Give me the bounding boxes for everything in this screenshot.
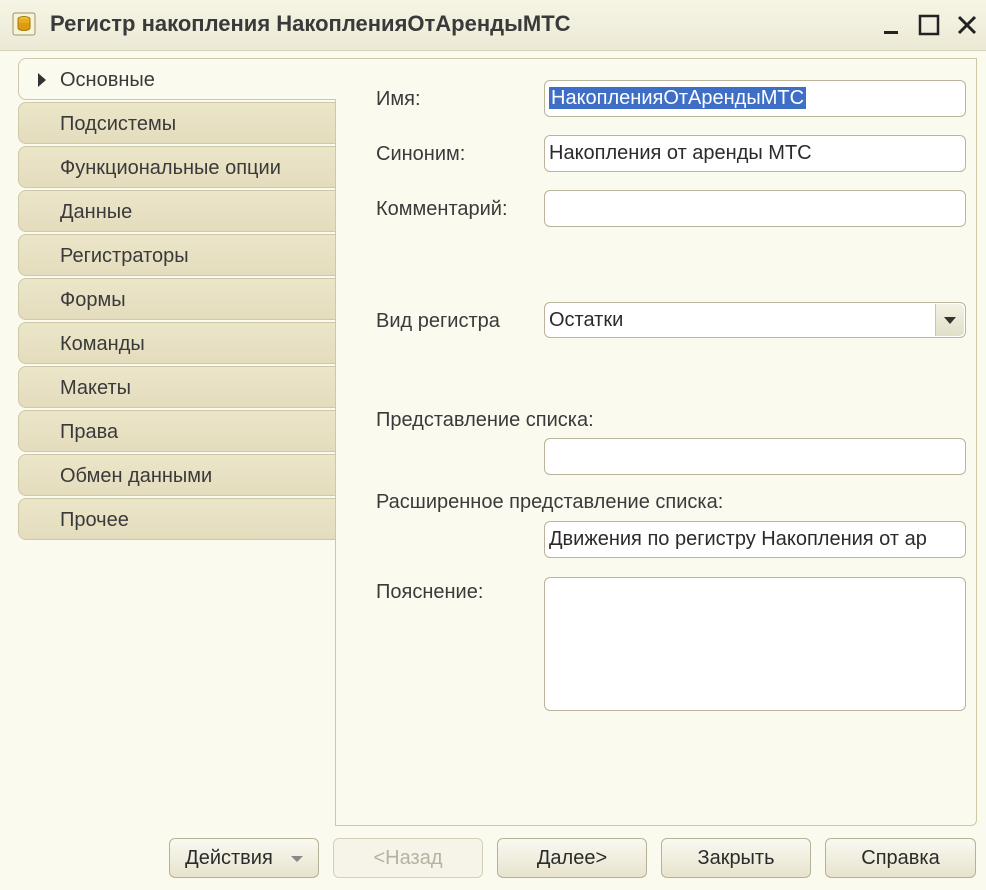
tab-label: Обмен данными	[60, 465, 213, 487]
next-button[interactable]: Далее>	[497, 838, 647, 878]
comment-field[interactable]	[544, 190, 966, 227]
tab-templates[interactable]: Макеты	[18, 366, 336, 408]
tab-label: Формы	[60, 289, 126, 311]
ext-list-presentation-field[interactable]: Движения по регистру Накопления от ар	[544, 521, 966, 558]
tabs-divider	[335, 100, 336, 826]
tab-label: Подсистемы	[60, 113, 177, 135]
tab-forms[interactable]: Формы	[18, 278, 336, 320]
tab-main[interactable]: Основные	[18, 58, 336, 100]
tab-commands[interactable]: Команды	[18, 322, 336, 364]
title-bar: Регистр накопления НакопленияОтАрендыМТС	[0, 0, 986, 51]
comment-label: Комментарий:	[376, 198, 508, 220]
tab-functional-options[interactable]: Функциональные опции	[18, 146, 336, 188]
chevron-down-icon[interactable]	[935, 304, 964, 336]
tab-label: Регистраторы	[60, 245, 189, 267]
synonym-label: Синоним:	[376, 143, 466, 165]
register-kind-value: Остатки	[549, 309, 624, 331]
minimize-icon[interactable]	[876, 10, 906, 40]
tab-data[interactable]: Данные	[18, 190, 336, 232]
actions-button[interactable]: Действия	[169, 838, 319, 878]
window-title: Регистр накопления НакопленияОтАрендыМТС	[50, 11, 571, 36]
name-label: Имя:	[376, 88, 421, 110]
tab-subsystems[interactable]: Подсистемы	[18, 102, 336, 144]
name-value: НакопленияОтАрендыМТС	[549, 87, 807, 109]
chevron-down-icon	[290, 855, 303, 862]
synonym-field[interactable]: Накопления от аренды МТС	[544, 135, 966, 172]
back-button[interactable]: <Назад	[333, 838, 483, 878]
tab-label: Макеты	[60, 377, 131, 399]
help-button[interactable]: Справка	[825, 838, 976, 878]
tab-label: Функциональные опции	[60, 157, 281, 179]
tab-label: Права	[60, 421, 119, 443]
register-kind-select[interactable]: Остатки	[544, 302, 966, 338]
tab-label: Данные	[60, 201, 133, 223]
maximize-icon[interactable]	[914, 10, 944, 40]
tab-label: Основные	[60, 69, 155, 91]
tab-other[interactable]: Прочее	[18, 498, 336, 540]
triangle-right-icon	[38, 73, 46, 87]
tab-label: Прочее	[60, 509, 129, 531]
tab-registrators[interactable]: Регистраторы	[18, 234, 336, 276]
tab-rights[interactable]: Права	[18, 410, 336, 452]
actions-label: Действия	[185, 847, 273, 869]
explanation-textarea[interactable]	[544, 577, 966, 711]
tabs-list: Основные Подсистемы Функциональные опции…	[18, 58, 336, 542]
tab-label: Команды	[60, 333, 145, 355]
accumulation-register-icon	[12, 12, 36, 36]
register-kind-label: Вид регистра	[376, 310, 500, 332]
list-presentation-label: Представление списка:	[376, 409, 594, 431]
name-field[interactable]: НакопленияОтАрендыМТС	[544, 80, 966, 117]
list-presentation-field[interactable]	[544, 438, 966, 475]
tab-data-exchange[interactable]: Обмен данными	[18, 454, 336, 496]
explanation-label: Пояснение:	[376, 581, 484, 603]
ext-list-presentation-label: Расширенное представление списка:	[376, 491, 724, 513]
close-button[interactable]: Закрыть	[661, 838, 811, 878]
close-icon[interactable]	[952, 10, 982, 40]
